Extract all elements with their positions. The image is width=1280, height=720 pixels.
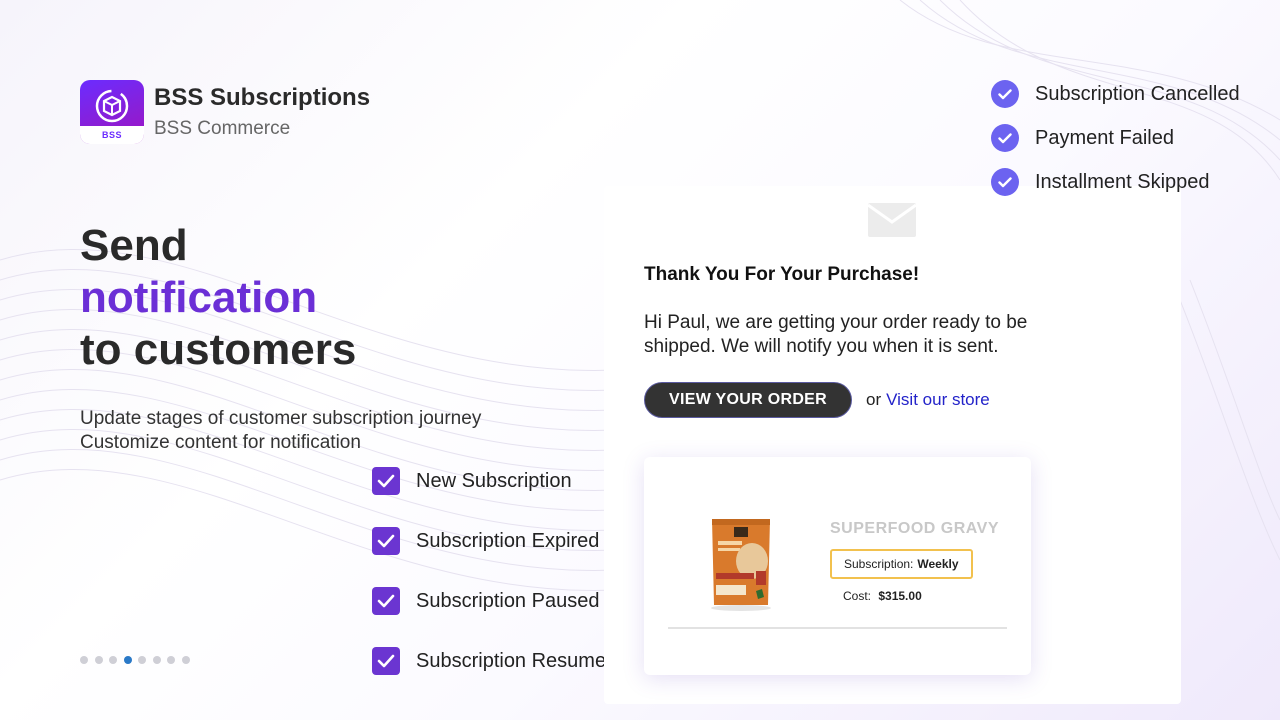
pager-dot[interactable] xyxy=(167,656,175,664)
subscription-badge: Subscription: Weekly xyxy=(830,549,973,579)
checklist-label: New Subscription xyxy=(416,469,572,492)
subscription-value: Weekly xyxy=(917,557,959,571)
pager-dot[interactable] xyxy=(80,656,88,664)
pager-dot[interactable] xyxy=(94,656,103,664)
check-circle-icon xyxy=(991,168,1019,196)
product-name: SUPERFOOD GRAVY xyxy=(830,520,999,537)
extra-notification-list: Subscription Cancelled Payment Failed In… xyxy=(991,80,1240,212)
email-cta-row: VIEW YOUR ORDER or Visit our store xyxy=(644,382,990,418)
headline-line-2: notification xyxy=(80,273,318,322)
cost-value: $315.00 xyxy=(878,589,922,603)
checkbox-checked-icon[interactable] xyxy=(372,587,400,615)
pager-dot[interactable] xyxy=(181,656,190,664)
email-heading: Thank You For Your Purchase! xyxy=(644,264,920,285)
subscription-box-icon xyxy=(95,89,129,123)
list-item-label: Installment Skipped xyxy=(1035,170,1210,193)
headline-line-1: Send xyxy=(80,221,188,270)
checklist-label: Subscription Resumed xyxy=(416,649,618,672)
check-circle-icon xyxy=(991,80,1019,108)
product-image xyxy=(711,519,771,611)
list-item-label: Subscription Cancelled xyxy=(1035,82,1240,105)
cost-label: Cost: xyxy=(843,589,872,603)
subscription-label: Subscription: xyxy=(844,557,914,571)
company-name: BSS Commerce xyxy=(154,118,291,139)
pager-dot[interactable] xyxy=(138,656,146,664)
checklist-item[interactable]: Subscription Expired xyxy=(372,526,617,556)
app-logo: BSS xyxy=(80,80,144,144)
product-cost: Cost: $315.00 xyxy=(843,589,922,603)
logo-text: BSS xyxy=(80,126,144,144)
headline-line-3: to customers xyxy=(80,325,357,374)
list-item: Subscription Cancelled xyxy=(991,80,1240,108)
email-preview-card: Thank You For Your Purchase! Hi Paul, we… xyxy=(604,186,1181,704)
pager-dot-active[interactable] xyxy=(123,656,132,664)
list-item: Payment Failed xyxy=(991,124,1240,152)
divider xyxy=(668,627,1007,629)
checkbox-checked-icon[interactable] xyxy=(372,647,400,675)
description-line-2: Customize content for notification xyxy=(80,432,361,453)
pager-dot[interactable] xyxy=(152,656,161,664)
brand-header: BSS BSS Subscriptions BSS Commerce xyxy=(80,80,370,144)
visit-store-link[interactable]: Visit our store xyxy=(886,390,990,410)
envelope-icon xyxy=(867,203,917,237)
pager-dot[interactable] xyxy=(109,656,117,664)
or-text: or xyxy=(866,390,882,409)
product-card: SUPERFOOD GRAVY Subscription: Weekly Cos… xyxy=(644,457,1031,675)
description: Update stages of customer subscription j… xyxy=(80,407,481,455)
checkbox-checked-icon[interactable] xyxy=(372,467,400,495)
carousel-pager xyxy=(80,656,196,664)
description-line-1: Update stages of customer subscription j… xyxy=(80,408,482,429)
notification-checklist: New Subscription Subscription Expired Su… xyxy=(372,466,617,706)
headline: Send notification to customers xyxy=(80,220,356,376)
checklist-item[interactable]: Subscription Resumed xyxy=(372,646,617,676)
checklist-item[interactable]: New Subscription xyxy=(372,466,617,496)
checkbox-checked-icon[interactable] xyxy=(372,527,400,555)
checklist-label: Subscription Paused xyxy=(416,589,600,612)
checklist-item[interactable]: Subscription Paused xyxy=(372,586,617,616)
view-order-button[interactable]: VIEW YOUR ORDER xyxy=(644,382,852,418)
email-body: Hi Paul, we are getting your order ready… xyxy=(644,312,1028,357)
list-item: Installment Skipped xyxy=(991,168,1240,196)
checklist-label: Subscription Expired xyxy=(416,529,600,552)
check-circle-icon xyxy=(991,124,1019,152)
app-name: BSS Subscriptions xyxy=(154,84,371,111)
list-item-label: Payment Failed xyxy=(1035,126,1174,149)
